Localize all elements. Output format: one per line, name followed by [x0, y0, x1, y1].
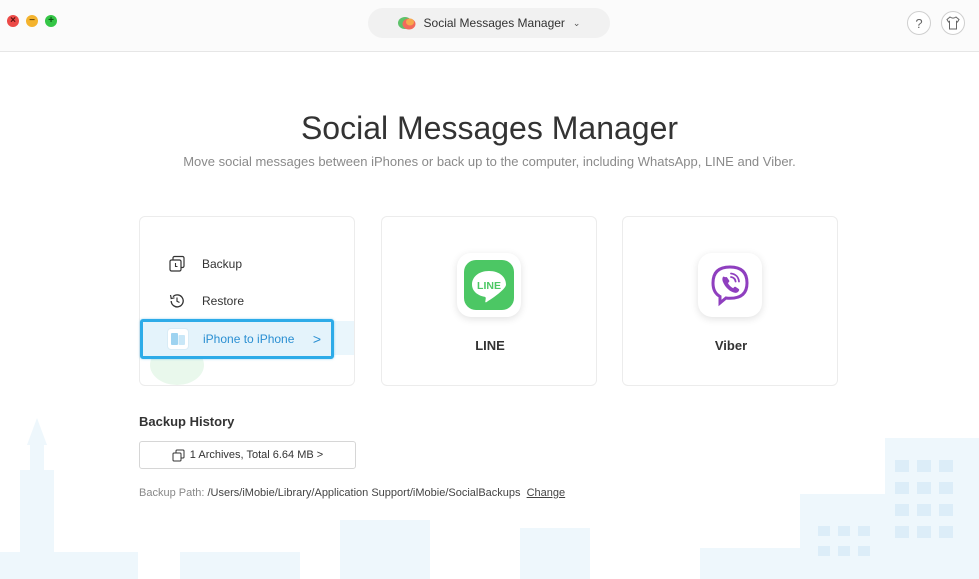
help-icon: ?: [915, 15, 923, 31]
change-path-link[interactable]: Change: [527, 487, 566, 499]
minimize-icon: −: [29, 15, 35, 26]
close-icon: ×: [10, 15, 16, 26]
whatsapp-card: Backup Restore: [139, 216, 355, 386]
backup-icon: [169, 255, 185, 272]
backup-path-label: Backup Path:: [139, 487, 205, 499]
backup-history-heading: Backup History: [139, 414, 235, 429]
backup-label: Backup: [202, 257, 243, 271]
skin-button[interactable]: [941, 11, 965, 35]
restore-label: Restore: [202, 294, 245, 308]
messages-logo-icon: [397, 16, 416, 30]
iphone-to-iphone-icon: [167, 328, 189, 350]
viber-app-tile: [698, 253, 762, 317]
line-card[interactable]: LINE LINE: [381, 216, 597, 386]
title-bar: × − + Social Messages Manager ⌄ ?: [0, 0, 979, 52]
chevron-right-icon: >: [312, 331, 321, 347]
line-card-label: LINE: [475, 338, 505, 353]
viber-card-label: Viber: [714, 338, 748, 353]
tshirt-skin-icon: [946, 16, 960, 30]
restore-history-icon: [169, 294, 184, 308]
page-subtitle: Move social messages between iPhones or …: [183, 154, 796, 169]
iphone-to-iphone-menu-item[interactable]: iPhone to iPhone >: [140, 319, 334, 359]
chevron-down-icon: ⌄: [572, 17, 581, 28]
line-logo-text: LINE: [477, 280, 501, 292]
window-maximize-button[interactable]: +: [45, 15, 57, 27]
line-logo-icon: LINE: [464, 260, 514, 310]
backup-archives-button[interactable]: 1 Archives, Total 6.64 MB >: [139, 441, 356, 469]
help-button[interactable]: ?: [907, 11, 931, 35]
window-close-button[interactable]: ×: [7, 15, 19, 27]
window-minimize-button[interactable]: −: [26, 15, 38, 27]
viber-card[interactable]: Viber: [622, 216, 838, 386]
page-title: Social Messages Manager: [300, 110, 679, 146]
backup-menu-item[interactable]: Backup: [168, 255, 242, 273]
backup-path-line: Backup Path: /Users/iMobie/Library/Appli…: [139, 487, 565, 499]
app-switcher-dropdown[interactable]: Social Messages Manager ⌄: [368, 8, 610, 38]
maximize-icon: +: [48, 15, 54, 26]
restore-menu-item[interactable]: Restore: [168, 292, 244, 310]
app-switcher-label: Social Messages Manager: [423, 16, 565, 30]
archive-icon: [172, 449, 185, 461]
iphone-to-iphone-label: iPhone to iPhone: [203, 332, 295, 346]
viber-logo-icon: [711, 265, 749, 307]
backup-path-value: /Users/iMobie/Library/Application Suppor…: [207, 487, 521, 499]
backup-archives-label: 1 Archives, Total 6.64 MB >: [189, 449, 324, 461]
line-app-tile: LINE: [457, 253, 521, 317]
